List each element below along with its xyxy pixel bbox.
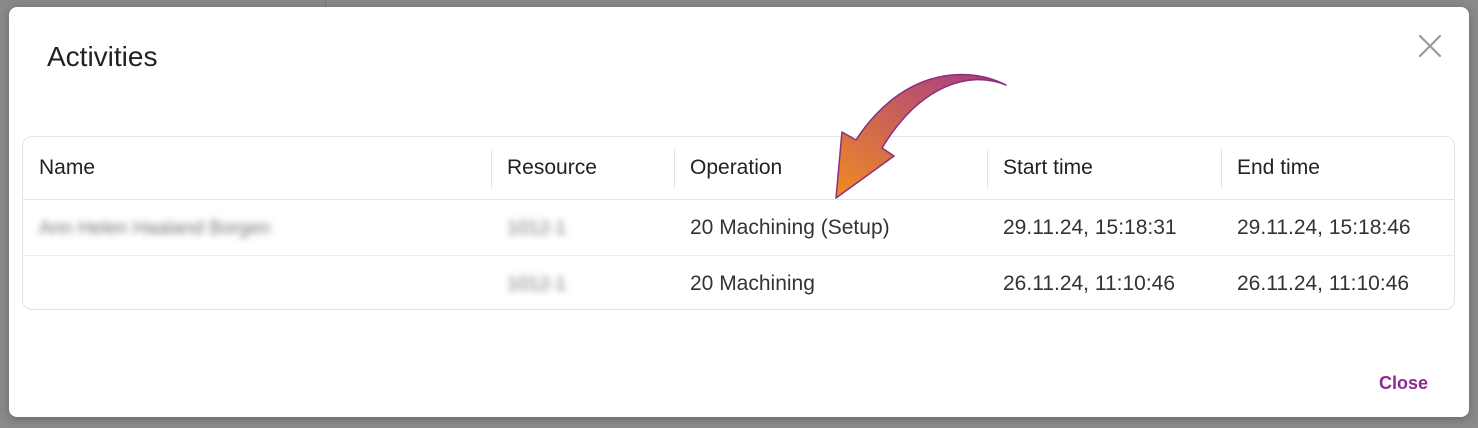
column-header-start-time[interactable]: Start time: [987, 137, 1221, 200]
cell-resource: 1012-1: [491, 199, 674, 256]
close-icon[interactable]: [1415, 31, 1445, 61]
dialog-title: Activities: [47, 41, 158, 72]
table-row[interactable]: Ann Helen Haaland Borgen 1012-1 20 Machi…: [23, 199, 1454, 256]
cell-end-time: 29.11.24, 15:18:46: [1221, 199, 1454, 256]
cell-end-time: 26.11.24, 11:10:46: [1237, 271, 1410, 295]
cell-operation: 20 Machining: [690, 271, 815, 295]
column-header-resource[interactable]: Resource: [491, 137, 674, 200]
activities-table: Name Resource Operation Start time End t…: [22, 136, 1455, 310]
column-header-name[interactable]: Name: [23, 137, 491, 200]
cell-resource: 1012-1: [491, 256, 674, 310]
close-button[interactable]: Close: [1371, 369, 1436, 398]
table-header-row: Name Resource Operation Start time End t…: [23, 137, 1454, 200]
resource-value-blurred: 1012-1: [507, 273, 567, 295]
cell-name: Ann Helen Haaland Borgen: [23, 199, 491, 256]
resource-value-blurred: 1012-1: [507, 217, 567, 239]
cell-name: [23, 256, 491, 310]
column-header-end-time[interactable]: End time: [1221, 137, 1454, 200]
cell-start-time: 26.11.24, 11:10:46: [1003, 271, 1176, 295]
name-value-blurred: Ann Helen Haaland Borgen: [39, 217, 271, 239]
cell-start-time: 29.11.24, 15:18:31: [987, 199, 1221, 256]
cell-operation: 20 Machining (Setup): [674, 199, 987, 256]
column-header-operation[interactable]: Operation: [674, 137, 987, 200]
table-row[interactable]: 1012-1 20 Machining 26.11.24, 11:10:46 2…: [23, 256, 1454, 310]
activities-dialog: Activities Name Resource Operation Start…: [9, 7, 1469, 417]
